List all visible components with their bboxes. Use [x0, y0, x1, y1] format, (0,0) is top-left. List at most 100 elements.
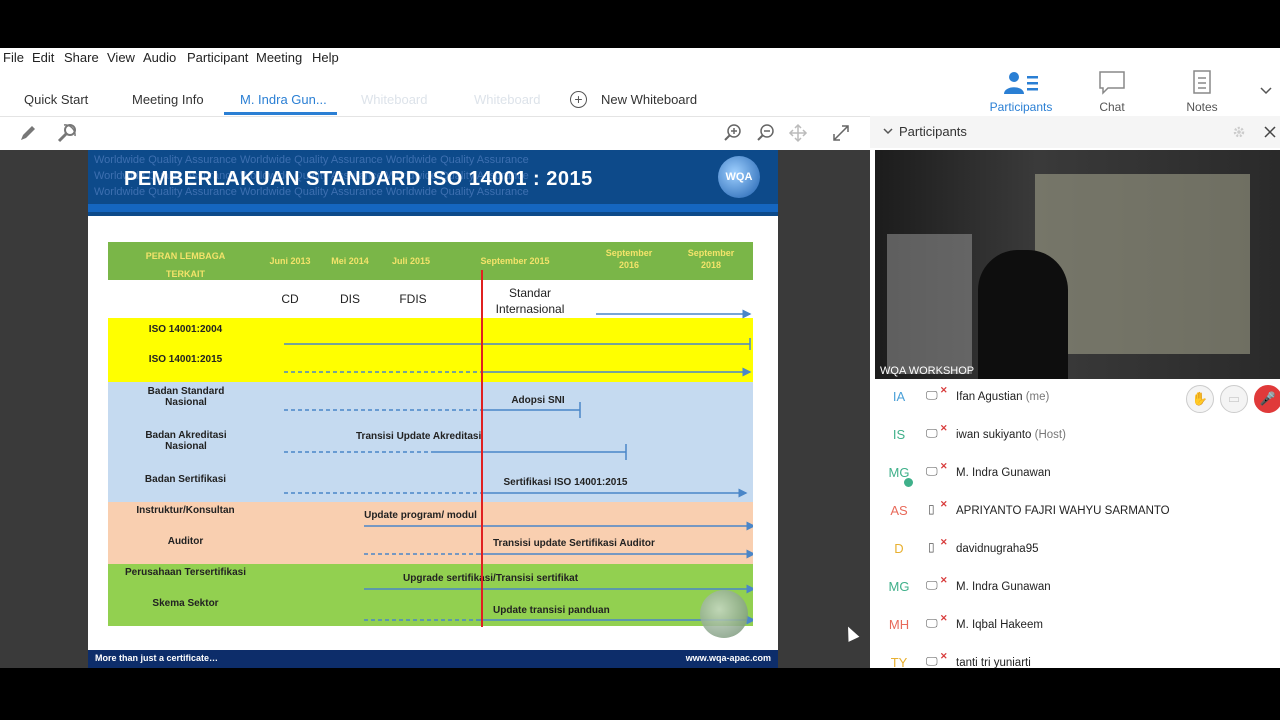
tab-new-whiteboard[interactable]: New Whiteboard: [601, 92, 697, 107]
presentation-slide: Worldwide Quality Assurance Worldwide Qu…: [88, 150, 778, 668]
menu-audio[interactable]: Audio: [143, 50, 176, 65]
tab-bar: Quick Start Meeting Info M. Indra Gun...…: [0, 84, 860, 116]
participants-sidebar: Participants WQA WORKSHOP IA 🖵 ✕ Ifan Agu…: [870, 116, 1280, 668]
avatar: IS: [892, 427, 906, 442]
list-item[interactable]: MH 🖵 ✕ M. Iqbal Hakeem: [870, 607, 1280, 645]
presenter-badge: [903, 477, 914, 488]
phone-icon: ▯: [928, 502, 935, 516]
participant-name: Ifan Agustian (me): [956, 391, 1050, 403]
screen-icon: 🖵: [926, 578, 938, 592]
participant-list: IA 🖵 ✕ Ifan Agustian (me) ✋ ▭ 🎤 IS 🖵 ✕ iwa…: [870, 379, 1280, 668]
avatar: MG: [888, 579, 910, 594]
participants-title: Participants: [899, 124, 967, 139]
participant-name: APRIYANTO FAJRI WAHYU SARMANTO: [956, 505, 1170, 517]
fullscreen-icon[interactable]: [831, 123, 851, 143]
menu-edit[interactable]: Edit: [32, 50, 54, 65]
presenter-silhouette: [978, 250, 1068, 379]
muted-icon: ✕: [940, 461, 948, 471]
menu-share[interactable]: Share: [64, 50, 99, 65]
wqa-logo: WQA: [718, 156, 760, 198]
avatar: MH: [888, 617, 910, 632]
participant-name: M. Indra Gunawan: [956, 581, 1051, 593]
gear-icon[interactable]: [1232, 125, 1246, 139]
pointer-icon[interactable]: [55, 121, 79, 145]
raise-hand-button[interactable]: ✋: [1186, 385, 1214, 413]
plus-icon[interactable]: +: [570, 91, 587, 108]
participants-header[interactable]: Participants: [870, 116, 1280, 148]
header-bar: [88, 204, 778, 212]
menu-file[interactable]: File: [3, 50, 24, 65]
menu-participant[interactable]: Participant: [187, 50, 248, 65]
muted-icon: ✕: [940, 499, 948, 509]
list-item[interactable]: MG 🖵 ✕ M. Indra Gunawan: [870, 455, 1280, 493]
screen-icon: 🖵: [926, 616, 938, 630]
list-item[interactable]: AS ▯ ✕ APRIYANTO FAJRI WAHYU SARMANTO: [870, 493, 1280, 531]
participants-icon: [1004, 72, 1038, 94]
participant-name: davidnugraha95: [956, 543, 1039, 555]
muted-icon: ✕: [940, 423, 948, 433]
slide-footer: More than just a certificate… www.wqa-ap…: [88, 650, 778, 668]
mute-button[interactable]: 🎤: [1254, 385, 1280, 413]
screen-icon: 🖵: [926, 464, 938, 478]
menu-bar: File Edit Share View Audio Participant M…: [0, 48, 860, 68]
panel-tabs: Participants Chat Notes: [975, 66, 1280, 118]
tab-whiteboard-1[interactable]: Whiteboard: [361, 92, 427, 107]
chat-label: Chat: [1099, 100, 1125, 114]
annotation-toolbar: [0, 116, 870, 152]
list-item[interactable]: IA 🖵 ✕ Ifan Agustian (me) ✋ ▭ 🎤: [870, 379, 1280, 417]
chevron-down-icon[interactable]: [1259, 86, 1273, 96]
avatar: D: [894, 541, 904, 556]
menu-view[interactable]: View: [107, 50, 135, 65]
chevron-down-icon[interactable]: [883, 128, 893, 136]
list-item[interactable]: IS 🖵 ✕ iwan sukiyanto (Host): [870, 417, 1280, 455]
whiteboard-stand: [887, 234, 972, 374]
timeline-chart: PERAN LEMBAGA TERKAIT Juni 2013 Mei 2014…: [108, 242, 753, 627]
participant-name: iwan sukiyanto (Host): [956, 429, 1066, 441]
video-off-button[interactable]: ▭: [1220, 385, 1248, 413]
menu-help[interactable]: Help: [312, 50, 339, 65]
list-item[interactable]: MG 🖵 ✕ M. Indra Gunawan: [870, 569, 1280, 607]
tab-meeting-info[interactable]: Meeting Info: [132, 92, 204, 107]
slide-title: PEMBERLAKUAN STANDARD ISO 14001 : 2015: [124, 168, 593, 190]
list-item[interactable]: D ▯ ✕ davidnugraha95: [870, 531, 1280, 569]
active-tab-indicator: [224, 112, 337, 115]
shared-content-area: Worldwide Quality Assurance Worldwide Qu…: [0, 150, 870, 668]
timeline-lines: [284, 270, 753, 627]
participant-name: M. Indra Gunawan: [956, 467, 1051, 479]
avatar: TY: [890, 655, 908, 668]
muted-icon: ✕: [940, 537, 948, 547]
pen-icon[interactable]: [18, 123, 38, 143]
tab-quick-start[interactable]: Quick Start: [24, 92, 88, 107]
tab-whiteboard-2[interactable]: Whiteboard: [474, 92, 540, 107]
move-icon[interactable]: [788, 123, 808, 143]
screen-icon: 🖵: [926, 388, 938, 402]
screen-icon: 🖵: [926, 426, 938, 440]
footer-url: www.wqa-apac.com: [685, 653, 771, 663]
phone-icon: ▯: [928, 540, 935, 554]
screen-icon: 🖵: [926, 654, 938, 668]
muted-icon: ✕: [940, 385, 948, 395]
footer-tagline: More than just a certificate…: [95, 653, 219, 663]
participant-name: tanti tri yuniarti: [956, 657, 1031, 668]
video-label: WQA WORKSHOP: [880, 365, 975, 377]
menu-meeting[interactable]: Meeting: [256, 50, 302, 65]
muted-icon: ✕: [940, 613, 948, 623]
list-item[interactable]: TY 🖵 ✕ tanti tri yuniarti: [870, 645, 1280, 668]
notes-label: Notes: [1186, 100, 1218, 114]
notes-icon: [1193, 70, 1211, 94]
video-feed: WQA WORKSHOP: [875, 150, 1280, 379]
avatar: AS: [890, 503, 908, 518]
cursor-highlight: [700, 590, 748, 638]
close-icon[interactable]: [1264, 126, 1276, 138]
muted-icon: ✕: [940, 575, 948, 585]
tab-shared-screen[interactable]: M. Indra Gun...: [240, 92, 327, 107]
avatar: IA: [892, 389, 906, 404]
participants-label: Participants: [989, 100, 1053, 114]
muted-icon: ✕: [940, 651, 948, 661]
participant-name: M. Iqbal Hakeem: [956, 619, 1043, 631]
meeting-app: File Edit Share View Audio Participant M…: [0, 48, 1280, 668]
chat-icon: [1099, 71, 1125, 95]
zoom-out-icon[interactable]: [756, 123, 776, 143]
zoom-in-icon[interactable]: [723, 123, 743, 143]
slide-header: Worldwide Quality Assurance Worldwide Qu…: [88, 150, 778, 216]
